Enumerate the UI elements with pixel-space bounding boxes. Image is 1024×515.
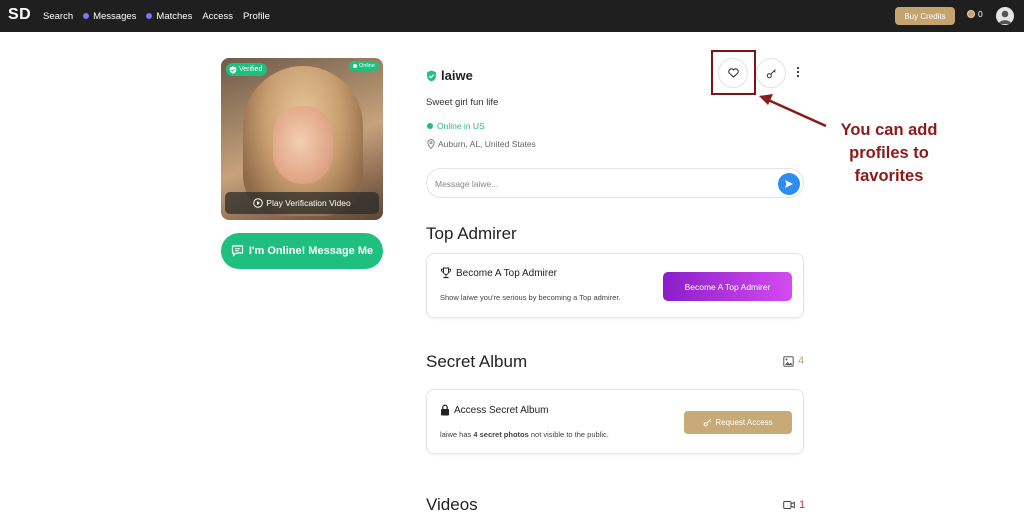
secret-album-heading: Access Secret Album — [440, 404, 548, 416]
nav-links: Search Messages Matches Access Profile — [43, 0, 270, 32]
map-pin-icon — [427, 139, 435, 149]
nav-link-access[interactable]: Access — [202, 11, 233, 22]
key-button[interactable] — [756, 58, 786, 88]
video-icon — [783, 501, 795, 509]
nav-link-messages[interactable]: Messages — [83, 11, 136, 22]
location: Auburn, AL, United States — [427, 139, 536, 149]
annotation-line: You can add — [840, 121, 938, 139]
request-access-label: Request Access — [715, 418, 773, 427]
nav-link-matches[interactable]: Matches — [146, 11, 192, 22]
image-icon — [783, 355, 794, 367]
videos-title: Videos — [426, 495, 478, 514]
status-dot — [427, 123, 433, 129]
lock-icon — [441, 404, 449, 416]
secret-album-title: Secret Album — [426, 352, 528, 371]
notification-dot — [83, 13, 90, 19]
online-status-label: Online in US — [437, 121, 485, 131]
annotation-arrow — [759, 94, 827, 128]
site-logo[interactable]: SD — [8, 6, 31, 24]
secret-album-count-value: 4 — [798, 355, 805, 367]
nav-link-label: Access — [202, 10, 233, 22]
top-admirer-heading: Become A Top Admirer — [440, 267, 557, 279]
profile-tagline: Sweet girl fun life — [426, 97, 499, 108]
videos-count-value: 1 — [799, 499, 806, 511]
notification-dot — [146, 13, 153, 19]
play-circle-icon — [253, 198, 264, 208]
annotation-callout: You can add profiles to favorites — [826, 119, 952, 188]
profile-photo[interactable]: Verified Online Play Verification Video — [221, 58, 383, 220]
top-navbar: SD Search Messages Matches Access Profil… — [0, 0, 1024, 32]
verified-badge: Verified — [226, 63, 268, 76]
send-icon — [785, 180, 793, 188]
favorite-button[interactable] — [718, 58, 748, 88]
coin-icon — [967, 10, 975, 18]
message-input[interactable] — [435, 176, 765, 192]
heart-icon — [727, 68, 739, 78]
annotation-line: profiles to — [849, 144, 929, 162]
chat-bubble-icon — [231, 245, 243, 257]
top-admirer-heading-label: Become A Top Admirer — [456, 267, 557, 279]
username: laiwe — [441, 68, 473, 83]
nav-link-label: Search — [43, 10, 74, 22]
secret-album-heading-label: Access Secret Album — [454, 404, 549, 416]
credits-display[interactable]: 0 — [967, 9, 983, 19]
become-top-admirer-button[interactable]: Become A Top Admirer — [663, 272, 792, 301]
secret-photo-count: 4 secret photos — [473, 430, 529, 439]
top-admirer-description: Show laiwe you're serious by becoming a … — [440, 293, 621, 302]
trophy-icon — [441, 267, 451, 279]
message-me-button[interactable]: I'm Online! Message Me — [221, 233, 383, 269]
secret-album-description: laiwe has 4 secret photos not visible to… — [440, 430, 609, 439]
online-badge: Online — [349, 61, 379, 71]
top-admirer-title: Top Admirer — [426, 224, 517, 243]
message-box — [426, 168, 804, 198]
nav-link-search[interactable]: Search — [43, 11, 73, 22]
nav-link-profile[interactable]: Profile — [243, 11, 270, 22]
online-status: Online in US — [427, 121, 485, 131]
credits-count: 0 — [978, 9, 983, 19]
request-access-button[interactable]: Request Access — [684, 411, 792, 434]
username-row: laiwe — [426, 68, 473, 83]
play-verification-video-button[interactable]: Play Verification Video — [225, 192, 379, 214]
secret-album-count: 4 — [783, 355, 804, 367]
online-dot — [353, 64, 357, 68]
verified-label: Verified — [239, 66, 263, 73]
key-icon — [766, 68, 776, 78]
more-options-button[interactable] — [793, 62, 803, 82]
secret-album-card: Access Secret Album laiwe has 4 secret p… — [426, 389, 804, 454]
play-video-label: Play Verification Video — [266, 198, 351, 208]
shield-check-icon — [229, 65, 237, 74]
message-me-label: I'm Online! Message Me — [248, 245, 374, 257]
top-admirer-card: Become A Top Admirer Show laiwe you're s… — [426, 253, 804, 318]
nav-link-label: Matches — [156, 10, 193, 22]
description-prefix: laiwe has — [440, 430, 474, 439]
annotation-line: favorites — [854, 167, 924, 185]
key-icon — [703, 418, 712, 427]
online-badge-label: Online — [359, 63, 375, 69]
description-suffix: not visible to the public. — [528, 430, 609, 439]
buy-credits-button[interactable]: Buy Credits — [895, 7, 955, 25]
location-label: Auburn, AL, United States — [438, 139, 536, 149]
user-avatar-icon[interactable] — [996, 7, 1014, 25]
nav-link-label: Messages — [93, 10, 137, 22]
send-button[interactable] — [778, 173, 800, 195]
videos-count: 1 — [783, 499, 805, 511]
photo-face — [273, 106, 333, 184]
nav-link-label: Profile — [242, 10, 270, 22]
more-vertical-icon — [796, 66, 800, 78]
verified-check-icon — [427, 70, 436, 81]
